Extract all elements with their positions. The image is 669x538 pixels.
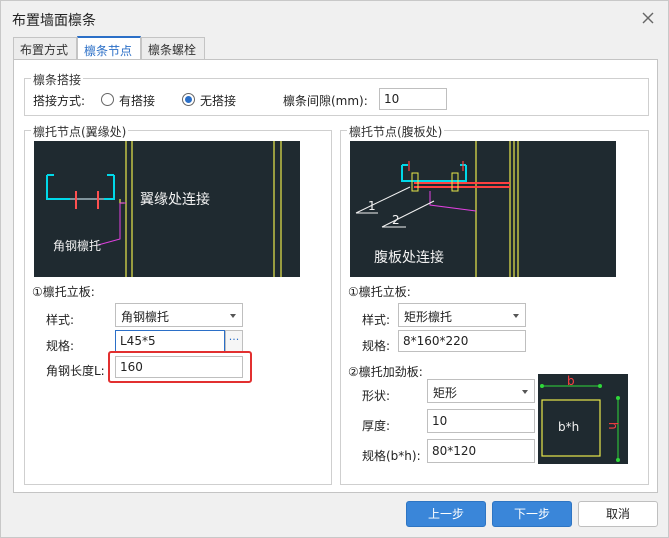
left-spec-input[interactable] [115,330,225,352]
right-spec-input[interactable] [398,330,526,352]
angle-length-label: 角钢长度L: [46,364,105,378]
cancel-button[interactable]: 取消 [578,501,658,527]
preview-b-label: b [567,374,575,388]
tab-purlin-node[interactable]: 檩条节点 [77,36,141,59]
chevron-down-icon [522,390,528,394]
close-icon[interactable] [638,8,658,28]
prev-button[interactable]: 上一步 [406,501,486,527]
lap-mode-label: 搭接方式: [33,94,86,108]
purlin-lap-group: 檩条搭接 搭接方式: 有搭接 无搭接 檩条间隙(mm): [24,71,649,116]
chevron-down-icon [513,314,519,318]
web-diagram-main-text: 腹板处连接 [374,250,444,266]
left-style-value: 角钢檩托 [121,310,170,324]
tab-purlin-bolt[interactable]: 檩条螺栓 [141,37,205,59]
web-node-title: 檩托节点(腹板处) [347,123,445,140]
left-spec-label: 规格: [46,339,75,353]
shape-select[interactable]: 矩形 [427,379,535,403]
spec-picker-button[interactable]: ··· [225,330,243,352]
left-style-label: 样式: [46,313,75,327]
purlin-gap-label: 檩条间隙(mm): [283,94,368,108]
flange-node-title: 檩托节点(翼缘处) [31,123,129,140]
flange-diagram-main-text: 翼缘处连接 [140,192,210,208]
title-bar: 布置墙面檩条 [1,1,668,35]
stiffener-title: ②檩托加劲板: [348,365,423,379]
left-style-select[interactable]: 角钢檩托 [115,303,243,327]
right-style-label: 样式: [362,313,391,327]
chevron-down-icon [230,314,236,318]
radio-nolap-label[interactable]: 无搭接 [200,92,236,109]
highlight-box [108,351,252,383]
flange-node-drawing [46,141,282,277]
flange-node-diagram: 翼缘处连接 角钢檩托 [34,141,300,277]
stiffener-preview: b h b*h [538,374,628,464]
size-input[interactable] [427,439,535,463]
size-label: 规格(b*h): [362,449,421,463]
radio-nolap[interactable] [182,93,195,106]
shape-value: 矩形 [433,386,458,400]
tab-layout-mode[interactable]: 布置方式 [13,37,77,59]
purlin-gap-input[interactable] [379,88,447,110]
dialog-window: 布置墙面檩条 布置方式 檩条节点 檩条螺栓 檩条搭接 搭接方式: 有搭接 无搭接… [0,0,669,538]
web-diagram-num-1: 1 [368,199,376,213]
thickness-label: 厚度: [362,419,391,433]
web-node-group: 檩托节点(腹板处) 1 2 腹板处连接 ①檩托立板: 样式: 矩形檩托 规格: … [340,123,649,485]
radio-lap[interactable] [101,93,114,106]
right-plate-title: ①檩托立板: [348,285,411,299]
thickness-input[interactable] [427,409,535,433]
stiffener-preview-drawing [540,384,620,462]
right-style-value: 矩形檩托 [404,310,453,324]
right-style-select[interactable]: 矩形檩托 [398,303,526,327]
left-plate-title: ①檩托立板: [32,285,95,299]
radio-lap-label[interactable]: 有搭接 [119,92,155,109]
shape-label: 形状: [362,389,391,403]
web-diagram-num-2: 2 [392,213,400,227]
right-spec-label: 规格: [362,339,391,353]
window-title: 布置墙面檩条 [12,13,96,29]
flange-diagram-sub-text: 角钢檩托 [53,239,102,253]
purlin-lap-title: 檩条搭接 [31,71,84,88]
preview-bh-label: b*h [558,420,580,434]
web-node-diagram: 1 2 腹板处连接 [350,141,616,277]
next-button[interactable]: 下一步 [492,501,572,527]
preview-h-label: h [606,422,620,430]
tab-panel: 檩条搭接 搭接方式: 有搭接 无搭接 檩条间隙(mm): 檩托节点(翼缘处) [13,59,658,493]
flange-node-group: 檩托节点(翼缘处) 翼缘处连接 角钢檩托 ①檩托立板: 样式: 角钢檩托 规格:… [24,123,332,485]
